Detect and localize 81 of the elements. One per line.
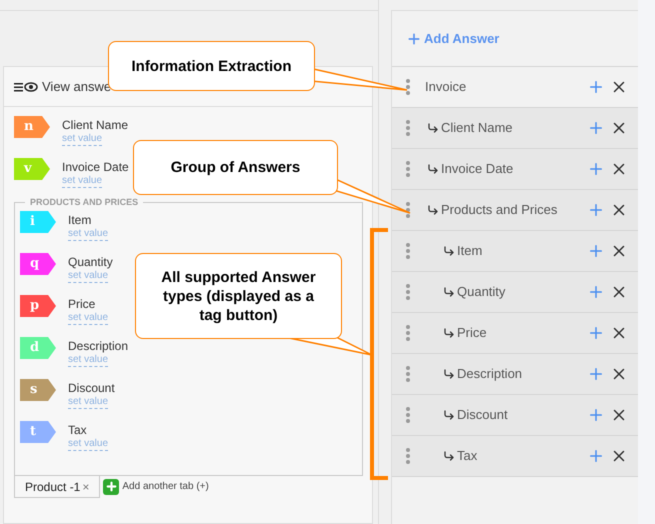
answer-row[interactable]: Discount — [392, 395, 638, 436]
add-icon[interactable] — [587, 119, 605, 137]
drag-handle-icon[interactable] — [405, 242, 411, 260]
answer-tag[interactable]: q — [20, 253, 56, 275]
answer-name: Description — [457, 365, 522, 384]
answer-name: Invoice — [425, 78, 466, 96]
answer-name: Quantity — [457, 283, 506, 302]
child-arrow-icon — [443, 327, 455, 339]
child-arrow-icon — [427, 163, 439, 175]
set-value-link[interactable]: set value — [68, 354, 108, 367]
answer-label: Description — [68, 339, 128, 354]
answer-name: Discount — [457, 406, 508, 424]
add-icon[interactable] — [587, 365, 605, 383]
drag-handle-icon[interactable] — [405, 447, 411, 465]
answer-label: Client Name — [62, 118, 128, 133]
add-icon[interactable] — [103, 478, 120, 494]
answer-label: Quantity — [68, 255, 113, 270]
answer-tag[interactable]: n — [14, 116, 50, 138]
add-icon[interactable] — [587, 242, 605, 260]
drag-handle-icon[interactable] — [405, 324, 411, 342]
answer-label: Item — [68, 213, 92, 228]
child-arrow-icon — [443, 409, 455, 421]
answer-row[interactable]: Quantity — [392, 272, 638, 313]
add-icon[interactable] — [587, 324, 605, 342]
drag-handle-icon[interactable] — [405, 160, 411, 178]
add-icon[interactable] — [587, 160, 605, 178]
answer-tag[interactable]: v — [14, 158, 50, 180]
drag-handle-icon[interactable] — [405, 201, 411, 219]
answer-tag[interactable]: t — [20, 421, 56, 443]
answer-name: Item — [457, 242, 482, 260]
answer-row[interactable]: Client Name — [392, 108, 638, 149]
set-value-link[interactable]: set value — [68, 396, 108, 409]
add-icon[interactable] — [587, 406, 605, 424]
set-value-link[interactable]: set value — [68, 312, 108, 325]
answer-label: Tax — [68, 423, 88, 438]
answer-name: Price — [457, 324, 487, 342]
drag-handle-icon[interactable] — [405, 365, 411, 383]
answer-row[interactable]: Tax — [392, 436, 638, 477]
answer-name: Client Name — [441, 119, 513, 138]
add-icon[interactable] — [587, 201, 605, 219]
group-title: PRODUCTS AND PRICES — [25, 196, 144, 208]
answer-name: Products and Prices — [441, 201, 558, 220]
add-icon[interactable] — [587, 78, 605, 96]
answer-tag[interactable]: i — [20, 211, 56, 233]
answer-tag[interactable]: p — [20, 295, 56, 317]
answer-label: Invoice Date — [62, 160, 129, 175]
answer-name: Invoice Date — [441, 160, 514, 178]
plus-icon — [406, 30, 422, 46]
set-value-link[interactable]: set value — [68, 438, 108, 451]
set-value-link[interactable]: set value — [68, 270, 108, 283]
group-tab[interactable]: Product -1 × — [14, 475, 100, 498]
add-icon[interactable] — [587, 283, 605, 301]
view-icon[interactable] — [14, 80, 38, 92]
answer-name: Tax — [457, 447, 478, 466]
answer-row[interactable]: Price — [392, 313, 638, 354]
child-arrow-icon — [427, 204, 439, 216]
answer-tag[interactable]: s — [20, 379, 56, 401]
drag-handle-icon[interactable] — [405, 283, 411, 301]
answer-row[interactable]: Item — [392, 231, 638, 272]
drag-handle-icon[interactable] — [405, 119, 411, 137]
drag-handle-icon[interactable] — [405, 406, 411, 424]
child-arrow-icon — [443, 450, 455, 462]
add-tab-link[interactable]: Add another tab (+) — [122, 479, 209, 494]
answer-label: Discount — [68, 381, 115, 396]
set-value-link[interactable]: set value — [62, 133, 102, 146]
answer-row[interactable]: Invoice Date — [392, 149, 638, 190]
add-answer-button[interactable]: Add Answer — [406, 28, 500, 48]
add-icon[interactable] — [587, 447, 605, 465]
set-value-link[interactable]: set value — [62, 175, 102, 188]
answer-label: Price — [68, 297, 96, 312]
child-arrow-icon — [443, 245, 455, 257]
drag-handle-icon[interactable] — [405, 78, 411, 96]
tab-label: Product -1 — [25, 478, 80, 496]
child-arrow-icon — [427, 122, 439, 134]
set-value-link[interactable]: set value — [68, 228, 108, 241]
answer-row[interactable]: Description — [392, 354, 638, 395]
child-arrow-icon — [443, 368, 455, 380]
child-arrow-icon — [443, 286, 455, 298]
answer-row[interactable]: Products and Prices — [392, 190, 638, 231]
tab-close[interactable]: × — [82, 478, 90, 496]
callout: Group of Answers — [133, 140, 338, 195]
